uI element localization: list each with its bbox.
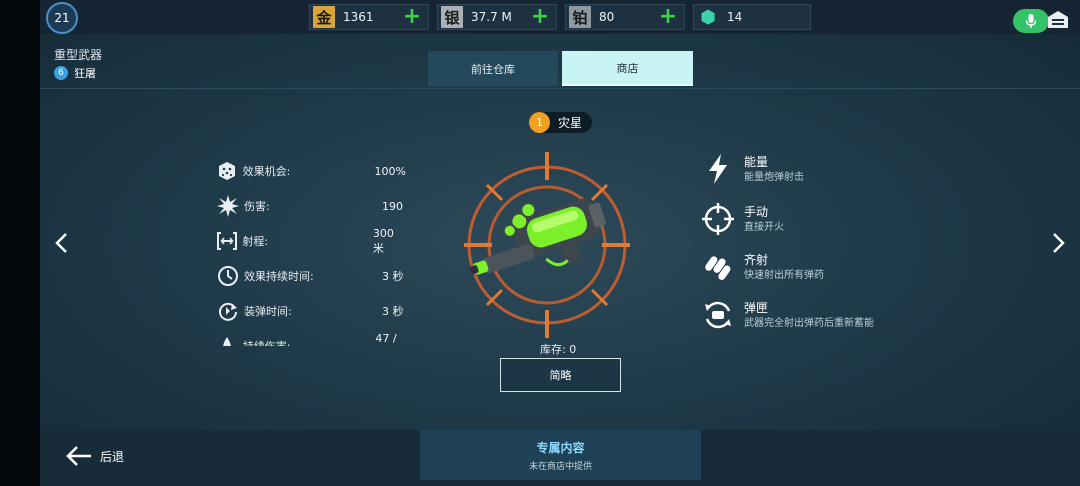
gold-value: 1361 [343,10,374,24]
feature-description: 能量炮弹射击 [744,172,804,183]
feature-item: 弹匣 武器完全射出弹药后重新蓄能 [702,299,962,333]
currency-silver: 银 37.7 M + [437,4,557,30]
reload-icon [216,299,240,323]
summary-button[interactable]: 简略 [500,358,621,392]
exclusive-description: 未在商店中提供 [528,461,592,472]
stat-label: 持续伤害: [243,338,348,346]
weapon-stats-list[interactable]: 效果机会: 100% 伤害: 190 射程: 300 米 效果持续时间: 3 秒 [216,156,406,346]
exclusive-title: 专属内容 [536,440,585,455]
flame-icon [216,334,239,346]
explosion-icon [216,194,240,218]
stat-label: 效果机会: [242,165,291,178]
tab-warehouse[interactable]: 前往仓库 [428,51,558,86]
dice-icon [216,159,239,183]
crosshair-icon [702,203,734,235]
stat-label: 射程: [242,235,269,248]
next-weapon-arrow-icon[interactable] [1048,230,1068,256]
stat-value: 3 秒 [382,305,404,318]
stat-row: 射程: 300 米 [216,226,406,256]
feature-description: 武器完全射出弹药后重新蓄能 [744,318,874,329]
lightning-icon [702,153,734,185]
range-icon [216,229,238,253]
stat-row: 伤害: 190 [216,191,406,221]
previous-weapon-arrow-icon[interactable] [52,230,72,256]
weapon-rank-badge: 1 [529,112,550,133]
key-icon: ⬢ [700,6,716,28]
stock-count: 库存: 0 [540,343,577,356]
stat-row: 装弹时间: 3 秒 [216,296,406,326]
exclusive-content-panel: 专属内容 未在商店中提供 [420,430,701,480]
device-left-bar [0,0,40,486]
gold-icon: 金 [313,6,335,28]
add-platinum-button[interactable]: + [658,6,678,28]
feature-item: 齐射 快速射出所有弹药 [702,251,962,285]
microphone-button[interactable] [1013,9,1049,33]
top-bar [40,0,1080,34]
platinum-value: 80 [599,10,615,24]
weapon-title: 1 灾星 [529,112,593,133]
back-label: 后退 [100,449,125,464]
stat-row: 效果持续时间: 3 秒 [216,261,406,291]
clock-icon [216,264,240,288]
platinum-icon: 铂 [569,6,591,28]
microphone-icon [1025,14,1037,28]
stat-value: 3 秒 [382,270,404,283]
weapon-name: 灾星 [558,116,583,130]
add-gold-button[interactable]: + [402,6,422,28]
app-screen: 21 金 1361 + 银 37.7 M + 铂 80 + ⬢ 14 重型武器 … [0,0,1080,486]
feature-item: 能量 能量炮弹射击 [702,153,962,187]
back-button[interactable]: 后退 [66,443,124,469]
tab-shop[interactable]: 商店 [562,51,693,86]
silver-value: 37.7 M [471,10,512,24]
magazine-icon [702,299,734,331]
silver-icon: 银 [441,6,463,28]
feature-description: 快速射出所有弹药 [744,270,824,281]
stat-value: 47 /秒 [375,331,397,345]
key-value: 14 [727,10,743,24]
weapon-category: 重型武器 [54,48,103,62]
arrow-left-icon [66,446,91,466]
player-level-badge[interactable]: 21 [46,2,78,34]
stat-value: 100% [374,164,406,178]
stat-label: 装弹时间: [244,305,292,318]
feature-item: 手动 直接开火 [702,203,962,237]
weapon-preview [464,152,630,338]
header-divider [40,88,1080,89]
player-level-text: 21 [54,11,70,25]
stat-value: 190 [382,199,403,213]
stat-value: 300 米 [372,226,394,255]
garage-icon[interactable] [1046,9,1070,29]
stat-row: 持续伤害: 47 /秒 [216,331,406,346]
currency-key: ⬢ 14 [693,4,811,30]
stat-row: 效果机会: 100% [216,156,406,186]
feature-description: 直接开火 [744,222,784,233]
add-silver-button[interactable]: + [530,6,550,28]
weapon-subclass: 6 狂屠 [54,65,96,81]
stat-label: 伤害: [244,200,270,213]
stat-label: 效果持续时间: [244,270,314,283]
currency-gold: 金 1361 + [309,4,429,30]
subclass-number-badge: 6 [54,66,68,80]
subclass-name: 狂屠 [74,67,96,80]
currency-platinum: 铂 80 + [565,4,685,30]
salvo-icon [702,251,734,283]
